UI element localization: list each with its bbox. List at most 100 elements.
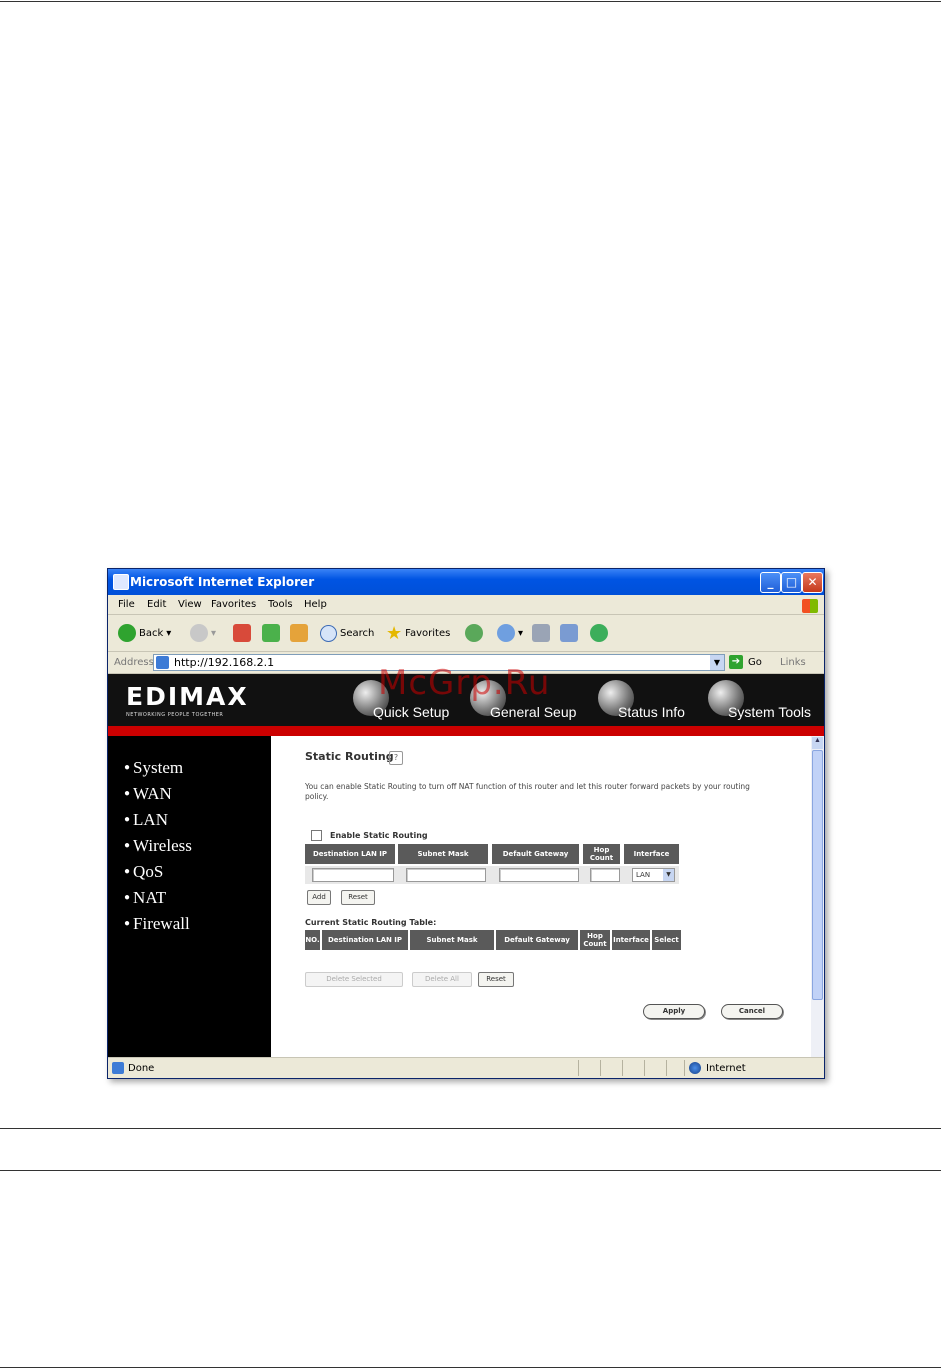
address-label: Address [114,657,154,668]
mail-icon [497,624,515,642]
close-button[interactable]: ✕ [802,572,823,593]
footer-rule-2 [0,1170,941,1171]
status-bar: Done Internet [108,1057,824,1078]
page-title: Static Routing [305,750,394,763]
nav-label: Status Info [618,704,685,720]
status-divider [622,1060,623,1076]
menu-view[interactable]: View [178,599,202,610]
add-button[interactable]: Add [307,890,331,905]
current-table-title: Current Static Routing Table: [305,918,437,927]
print-button[interactable] [532,623,550,643]
status-divider [600,1060,601,1076]
home-button[interactable] [290,623,308,643]
sidebar-item-lan[interactable]: ● LAN [124,810,168,830]
sidebar-item-system[interactable]: ● System [124,758,183,778]
internet-zone-icon [689,1062,701,1074]
search-button[interactable]: Search [320,623,374,643]
apply-button[interactable]: Apply [643,1004,705,1019]
header-destination-lan-ip: Destination LAN IP [322,930,408,950]
router-page: EDIMAX NETWORKING PEOPLE TOGETHER Quick … [108,674,824,1057]
menu-help[interactable]: Help [304,599,327,610]
refresh-button[interactable] [262,623,280,643]
header-destination-lan-ip: Destination LAN IP [305,844,395,864]
minimize-button[interactable]: _ [760,572,781,593]
browser-window: Microsoft Internet Explorer _ □ ✕ File E… [107,568,825,1079]
toolbar: Back ▾ ▾ Search ★ Favorites ▾ [108,615,824,652]
sidebar-item-nat[interactable]: ● NAT [124,888,166,908]
page-icon [112,1062,124,1074]
go-arrow-icon[interactable]: ➔ [729,655,743,669]
header-subnet-mask: Subnet Mask [398,844,488,864]
sidebar-item-wan[interactable]: ● WAN [124,784,172,804]
edit-button[interactable] [560,623,578,643]
status-divider [684,1060,685,1076]
favorites-button[interactable]: ★ Favorites [386,623,450,644]
title-bar: Microsoft Internet Explorer _ □ ✕ [108,569,824,595]
enable-static-routing-row: Enable Static Routing [311,830,428,841]
menu-file[interactable]: File [118,599,135,610]
red-divider [108,726,824,736]
sidebar: ● System ● WAN ● LAN ● Wireless ● QoS ● NAT ● F… [108,736,271,1057]
maximize-button[interactable]: □ [781,572,802,593]
sidebar-item-qos[interactable]: ● QoS [124,862,163,882]
messenger-button[interactable] [590,623,608,643]
menu-favorites[interactable]: Favorites [211,599,256,610]
windows-flag-icon [802,599,818,613]
sidebar-item-wireless[interactable]: ● Wireless [124,836,192,856]
edit-icon [560,624,578,642]
reset-button[interactable]: Reset [341,890,375,905]
go-button[interactable]: Go [748,657,762,668]
scroll-up-icon[interactable]: ▲ [812,737,823,749]
interface-select[interactable]: LAN ▼ [632,868,675,882]
sidebar-item-label: Firewall [133,914,190,933]
enable-static-routing-checkbox[interactable] [311,830,322,841]
sidebar-item-label: WAN [133,784,172,803]
top-rule [0,1,941,2]
default-gateway-input[interactable] [499,868,579,882]
back-button[interactable]: Back ▾ [118,623,171,643]
links-button[interactable]: Links [780,657,806,668]
bullet-icon: ● [124,788,131,799]
history-icon [465,624,483,642]
menu-tools[interactable]: Tools [268,599,293,610]
header-subnet-mask: Subnet Mask [410,930,494,950]
status-divider [666,1060,667,1076]
mail-button[interactable]: ▾ [497,623,523,643]
address-dropdown-icon[interactable]: ▼ [710,655,724,670]
bullet-icon: ● [124,918,131,929]
refresh-icon [262,624,280,642]
sidebar-item-label: NAT [133,888,167,907]
delete-all-button[interactable]: Delete All [412,972,472,987]
chevron-down-icon: ▾ [211,627,217,639]
forward-arrow-icon [190,624,208,642]
printer-icon [532,624,550,642]
bullet-icon: ● [124,840,131,851]
sidebar-item-label: Wireless [133,836,192,855]
reset-table-button[interactable]: Reset [478,972,514,987]
subnet-mask-input[interactable] [406,868,486,882]
stop-button[interactable] [233,623,251,643]
help-icon[interactable]: ? [389,751,403,765]
nav-label: General Seup [490,704,577,720]
edimax-logo: EDIMAX [126,682,249,711]
delete-selected-button[interactable]: Delete Selected [305,972,403,987]
vertical-scrollbar[interactable]: ▲ [811,736,824,1057]
scroll-thumb[interactable] [812,750,823,1000]
header-interface: Interface [624,844,679,864]
bullet-icon: ● [124,892,131,903]
sidebar-item-label: LAN [133,810,168,829]
header-select: Select [652,930,681,950]
hop-count-input[interactable] [590,868,620,882]
destination-lan-ip-input[interactable] [312,868,394,882]
cancel-button[interactable]: Cancel [721,1004,783,1019]
forward-button[interactable]: ▾ [190,623,216,643]
sidebar-item-label: System [133,758,184,777]
menu-edit[interactable]: Edit [147,599,166,610]
watermark: McGrp.Ru [378,663,551,703]
chevron-down-icon: ▼ [663,869,674,881]
history-button[interactable] [465,623,483,643]
sidebar-item-firewall[interactable]: ● Firewall [124,914,190,934]
status-divider [644,1060,645,1076]
footer-rule-1 [0,1128,941,1129]
messenger-icon [590,624,608,642]
